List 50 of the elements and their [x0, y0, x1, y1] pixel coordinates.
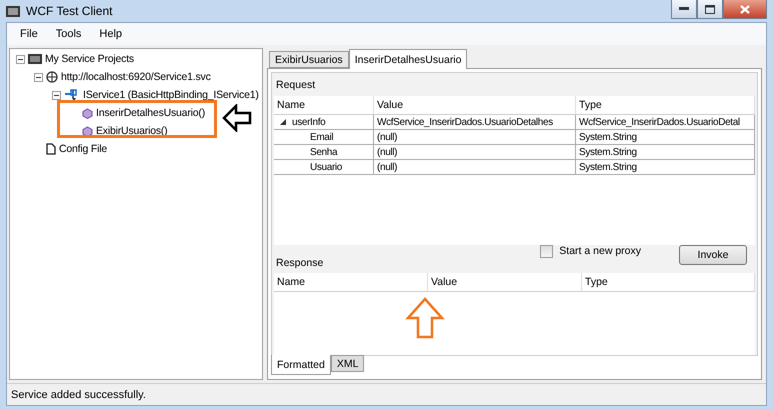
table-cell: Email: [274, 130, 374, 145]
tab[interactable]: XML: [330, 355, 364, 372]
table-cell: Senha: [274, 145, 374, 160]
cube-icon: [82, 108, 93, 118]
tab[interactable]: ExibirUsuarios: [269, 51, 349, 68]
menu-item[interactable]: File: [11, 28, 47, 40]
menu-item[interactable]: Help: [90, 28, 132, 40]
collapse-icon[interactable]: [34, 72, 43, 82]
up-arrow-icon: [405, 297, 445, 339]
table-cell: (null): [374, 130, 576, 145]
tab[interactable]: InserirDetalhesUsuario: [348, 49, 468, 69]
tree-item[interactable]: InserirDetalhesUsuario(): [96, 107, 205, 119]
section-title: Request: [275, 78, 316, 93]
close-button[interactable]: [723, 0, 767, 19]
tree-item[interactable]: http://localhost:6920/Service1.svc: [61, 71, 211, 83]
table-cell: WcfService_InserirDados.UsuarioDetalhes: [374, 115, 576, 130]
interface-icon: [64, 89, 80, 101]
column-header[interactable]: Name: [274, 96, 374, 115]
tree-item[interactable]: Config File: [59, 143, 107, 155]
window-title: WCF Test Client: [26, 4, 112, 18]
tree-item[interactable]: My Service Projects: [45, 53, 134, 65]
globe-icon: [46, 71, 58, 83]
collapse-icon[interactable]: [16, 54, 25, 64]
checkbox[interactable]: [540, 245, 554, 258]
checkbox-label: Start a new proxy: [559, 245, 641, 257]
table-cell: System.String: [576, 130, 755, 145]
table-cell: System.String: [576, 145, 755, 160]
left-arrow-icon: [222, 104, 252, 132]
collapse-icon[interactable]: [52, 90, 61, 100]
minimize-icon: [679, 7, 689, 11]
document-icon: [46, 143, 56, 155]
table-cell: userInfo: [274, 115, 374, 130]
maximize-icon: [705, 4, 715, 14]
console-icon: [28, 53, 42, 65]
tab[interactable]: Formatted: [271, 355, 331, 375]
column-header[interactable]: Value: [374, 96, 576, 115]
tree-item[interactable]: IService1 (BasicHttpBinding_IService1): [83, 89, 259, 101]
invoke-button[interactable]: Invoke: [679, 245, 747, 265]
column-header[interactable]: Type: [576, 96, 755, 115]
close-icon: [740, 4, 750, 14]
collapse-icon[interactable]: [280, 119, 286, 125]
maximize-button[interactable]: [697, 0, 723, 19]
minimize-button[interactable]: [671, 0, 697, 19]
app-icon: [6, 6, 20, 16]
table-cell: WcfService_InserirDados.UsuarioDetal: [576, 115, 755, 130]
status-text: Service added successfully.: [11, 388, 146, 400]
menu-item[interactable]: Tools: [46, 28, 90, 40]
table-cell: (null): [374, 145, 576, 160]
tree-item[interactable]: ExibirUsuarios(): [96, 125, 168, 137]
section-title: Response: [276, 257, 324, 269]
